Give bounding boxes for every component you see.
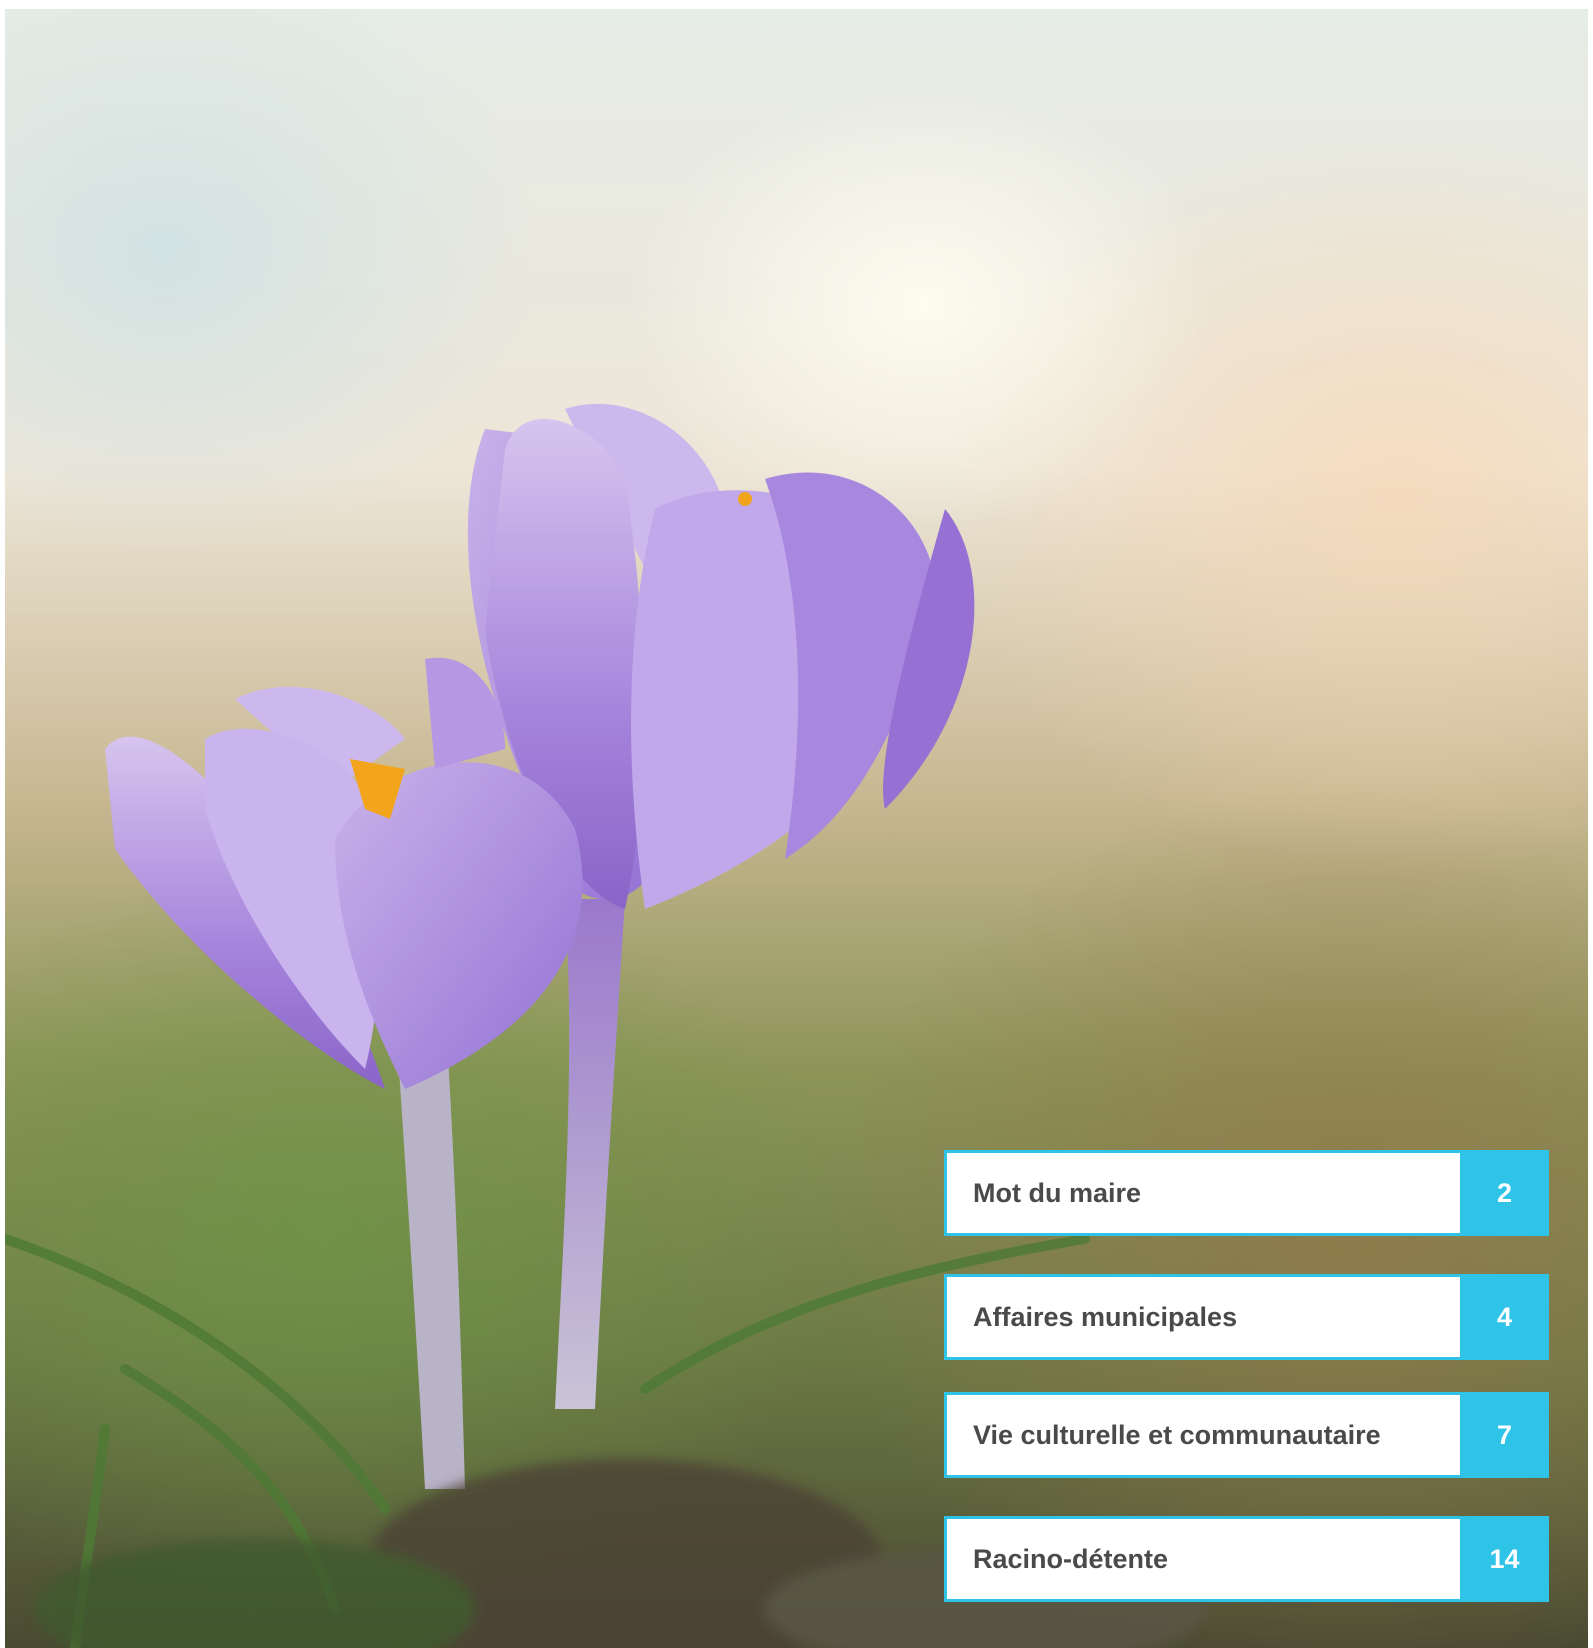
toc-item-title: Mot du maire — [944, 1150, 1460, 1236]
toc-item-title: Vie culturelle et communautaire — [944, 1392, 1460, 1478]
toc-item-page-number: 7 — [1460, 1392, 1549, 1478]
toc-item-racino-detente[interactable]: Racino-détente 14 — [944, 1516, 1549, 1602]
toc-item-mot-du-maire[interactable]: Mot du maire 2 — [944, 1150, 1549, 1236]
toc-item-title: Affaires municipales — [944, 1274, 1460, 1360]
toc-item-page-number: 14 — [1460, 1516, 1549, 1602]
toc-item-page-number: 4 — [1460, 1274, 1549, 1360]
toc-item-affaires-municipales[interactable]: Affaires municipales 4 — [944, 1274, 1549, 1360]
toc-item-page-number: 2 — [1460, 1150, 1549, 1236]
toc-item-title: Racino-détente — [944, 1516, 1460, 1602]
toc-item-vie-culturelle[interactable]: Vie culturelle et communautaire 7 — [944, 1392, 1549, 1478]
